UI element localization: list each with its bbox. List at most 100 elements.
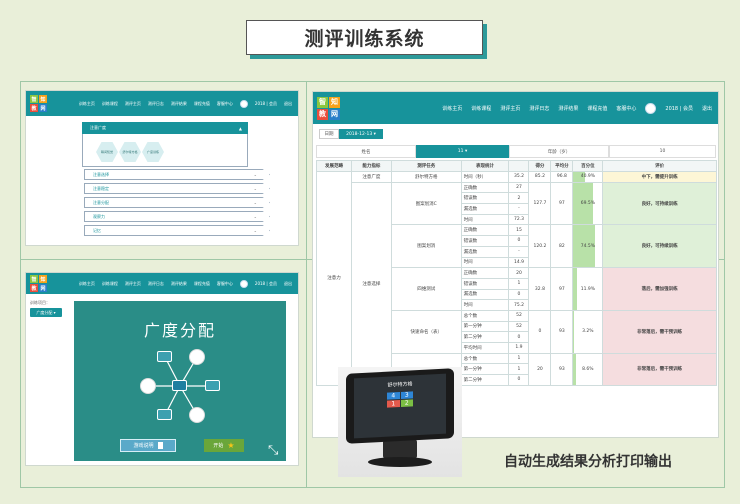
- stat-value: 52: [508, 320, 530, 333]
- chip-icon[interactable]: [157, 351, 172, 362]
- avatar[interactable]: [239, 99, 248, 108]
- nav-item-eval-home[interactable]: 测评主页: [125, 101, 141, 107]
- nav-item-courses[interactable]: 训练课程: [102, 281, 118, 287]
- stat-value: 1: [508, 363, 530, 376]
- evaluation-cell: 良好，可持续训练: [602, 224, 717, 269]
- project-select[interactable]: 广度分配 ▾: [30, 308, 62, 317]
- evaluation-cell: 良好，可持续训练: [602, 181, 717, 226]
- target-circle[interactable]: [189, 349, 205, 365]
- tablet-grid: 4 3 1 2: [387, 391, 413, 408]
- nav-item-eval-log[interactable]: 测评日志: [148, 281, 164, 287]
- table-row: 注意选择 图案划消C 正确数 27 127.7 97 69.5% 良好，可持续训练: [317, 181, 717, 386]
- task-cell: 图案划消: [390, 224, 462, 269]
- percentile-cell: 8.6%: [572, 352, 604, 386]
- stat-label: 时间: [460, 256, 510, 269]
- stat-label: 漏选数: [460, 288, 510, 301]
- score-cell: 85.2: [528, 171, 552, 183]
- frame-line-left: [20, 81, 21, 487]
- target-circle[interactable]: [189, 407, 205, 423]
- ability-cell: 注意广度: [350, 171, 392, 183]
- logout-link[interactable]: 退出: [284, 101, 292, 107]
- nav-item-support[interactable]: 客服中心: [217, 281, 233, 287]
- category-cell: 注意力: [316, 171, 352, 386]
- stat-label: 正确数: [460, 224, 510, 237]
- chip-icon[interactable]: [172, 380, 187, 391]
- score-cell: 20: [528, 352, 552, 386]
- page-title: 测评训练系统: [246, 20, 483, 55]
- nav-item-support[interactable]: 客服中心: [217, 101, 233, 107]
- column-header: 平均分: [550, 160, 574, 172]
- column-header: 测评任务: [390, 160, 462, 172]
- stat-value: 72.3: [508, 213, 530, 226]
- column-header: 表现统计: [460, 160, 510, 172]
- frame-line-bottom: [20, 487, 725, 488]
- tablet-screen-title: 舒尔特方格: [387, 381, 413, 389]
- chevron-up-icon: ▲: [238, 125, 242, 131]
- chip-icon[interactable]: [205, 380, 220, 391]
- caption: 自动生成结果分析打印输出: [504, 454, 672, 470]
- frame-line-center: [306, 81, 307, 487]
- expand-icon[interactable]: ⤡: [268, 443, 278, 458]
- accordion-item[interactable]: 注意稳定 ⌄: [84, 183, 270, 194]
- nav-item-eval-result[interactable]: 测评结果: [171, 281, 187, 287]
- logo: 智 知 教 网: [30, 275, 47, 292]
- stat-value: 52: [508, 309, 530, 322]
- average-cell: 97: [550, 181, 574, 226]
- ability-cell: 注意选择: [350, 181, 392, 386]
- nav-item-courses[interactable]: 训练课程: [102, 101, 118, 107]
- percentile-cell: 40.9%: [572, 171, 604, 183]
- evaluation-cell: 落后，需加强训练: [602, 267, 717, 311]
- top-nav: 智 知 教 网 训练主页 训练课程 测评主页 测评日志 测评结果 课程充值 客服…: [26, 91, 298, 116]
- nav-item-recharge[interactable]: 课程充值: [194, 101, 210, 107]
- accordion-item[interactable]: 注意分配 ⌄: [84, 197, 270, 208]
- document-icon: [157, 442, 163, 449]
- rules-button[interactable]: 游戏说明: [120, 439, 176, 452]
- stat-value: 15: [508, 224, 530, 237]
- percentile-label: 11.9%: [580, 286, 595, 292]
- stat-label: 第二分钟: [460, 374, 510, 386]
- table-row: 注意力 注意广度 舒尔特方格 时间（秒） 35.2 85.2 96.8 40.9% 中下，需提升…: [316, 171, 717, 386]
- start-button[interactable]: 开始 ★: [204, 439, 244, 452]
- chip-icon[interactable]: [157, 409, 172, 420]
- table-header-row: 发展范畴 能力指标 测评任务 表现统计 得分 平均分 百分位 评价: [316, 160, 717, 172]
- accordion-item[interactable]: 记忆 ⌄: [84, 225, 270, 236]
- nav-item-eval-log[interactable]: 测评日志: [148, 101, 164, 107]
- nav-item-train-home[interactable]: 训练主页: [79, 101, 95, 107]
- percentile-label: 69.5%: [580, 201, 595, 207]
- target-circle[interactable]: [140, 378, 156, 394]
- chevron-down-icon: ⌄: [253, 172, 257, 177]
- top-nav: 智 知 教 网 训练主页 训练课程 测评主页 测评日志 测评结果 课程充值 客服…: [26, 273, 298, 294]
- accordion-item[interactable]: 注意选择 ⌄: [84, 169, 270, 180]
- stat-label: 正确数: [460, 181, 510, 194]
- accordion-header-open[interactable]: 注意广度 ▲: [82, 122, 248, 134]
- stat-value: 0: [508, 374, 530, 386]
- average-cell: 93: [550, 309, 574, 354]
- stat-value: 14.9: [508, 256, 530, 269]
- tablet-stand: [383, 439, 417, 459]
- nav-item-recharge[interactable]: 课程充值: [194, 281, 210, 287]
- stat-label: 总个数: [460, 309, 510, 322]
- percentile-label: 8.6%: [582, 366, 594, 372]
- column-header: 发展范畴: [316, 160, 352, 172]
- side-label: 训练项目：: [30, 300, 50, 305]
- accordion-item[interactable]: 观察力 ⌄: [84, 211, 270, 222]
- avatar[interactable]: [239, 279, 248, 288]
- stat-value: 1: [508, 352, 530, 365]
- logout-link[interactable]: 退出: [284, 281, 292, 287]
- nav-item-eval-home[interactable]: 测评主页: [125, 281, 141, 287]
- stat-label: 时间（秒）: [460, 171, 510, 183]
- task-cell: 四维测试: [390, 267, 462, 311]
- stat-value: 27: [508, 181, 530, 194]
- score-cell: 0: [528, 309, 552, 354]
- percentile-cell: 74.5%: [572, 224, 604, 269]
- stat-value: 35.2: [508, 171, 530, 183]
- chevron-down-icon: ⌄: [253, 214, 257, 219]
- nav-item-eval-result[interactable]: 测评结果: [171, 101, 187, 107]
- percentile-bar: [573, 311, 575, 353]
- game-board: 广度分配 游戏说明 开始 ★: [74, 301, 286, 461]
- stat-label: 第一分钟: [460, 363, 510, 376]
- stat-value: 2: [508, 192, 530, 205]
- stat-value: 20: [508, 267, 530, 279]
- percentile-label: 3.2%: [582, 329, 594, 335]
- nav-item-train-home[interactable]: 训练主页: [79, 281, 95, 287]
